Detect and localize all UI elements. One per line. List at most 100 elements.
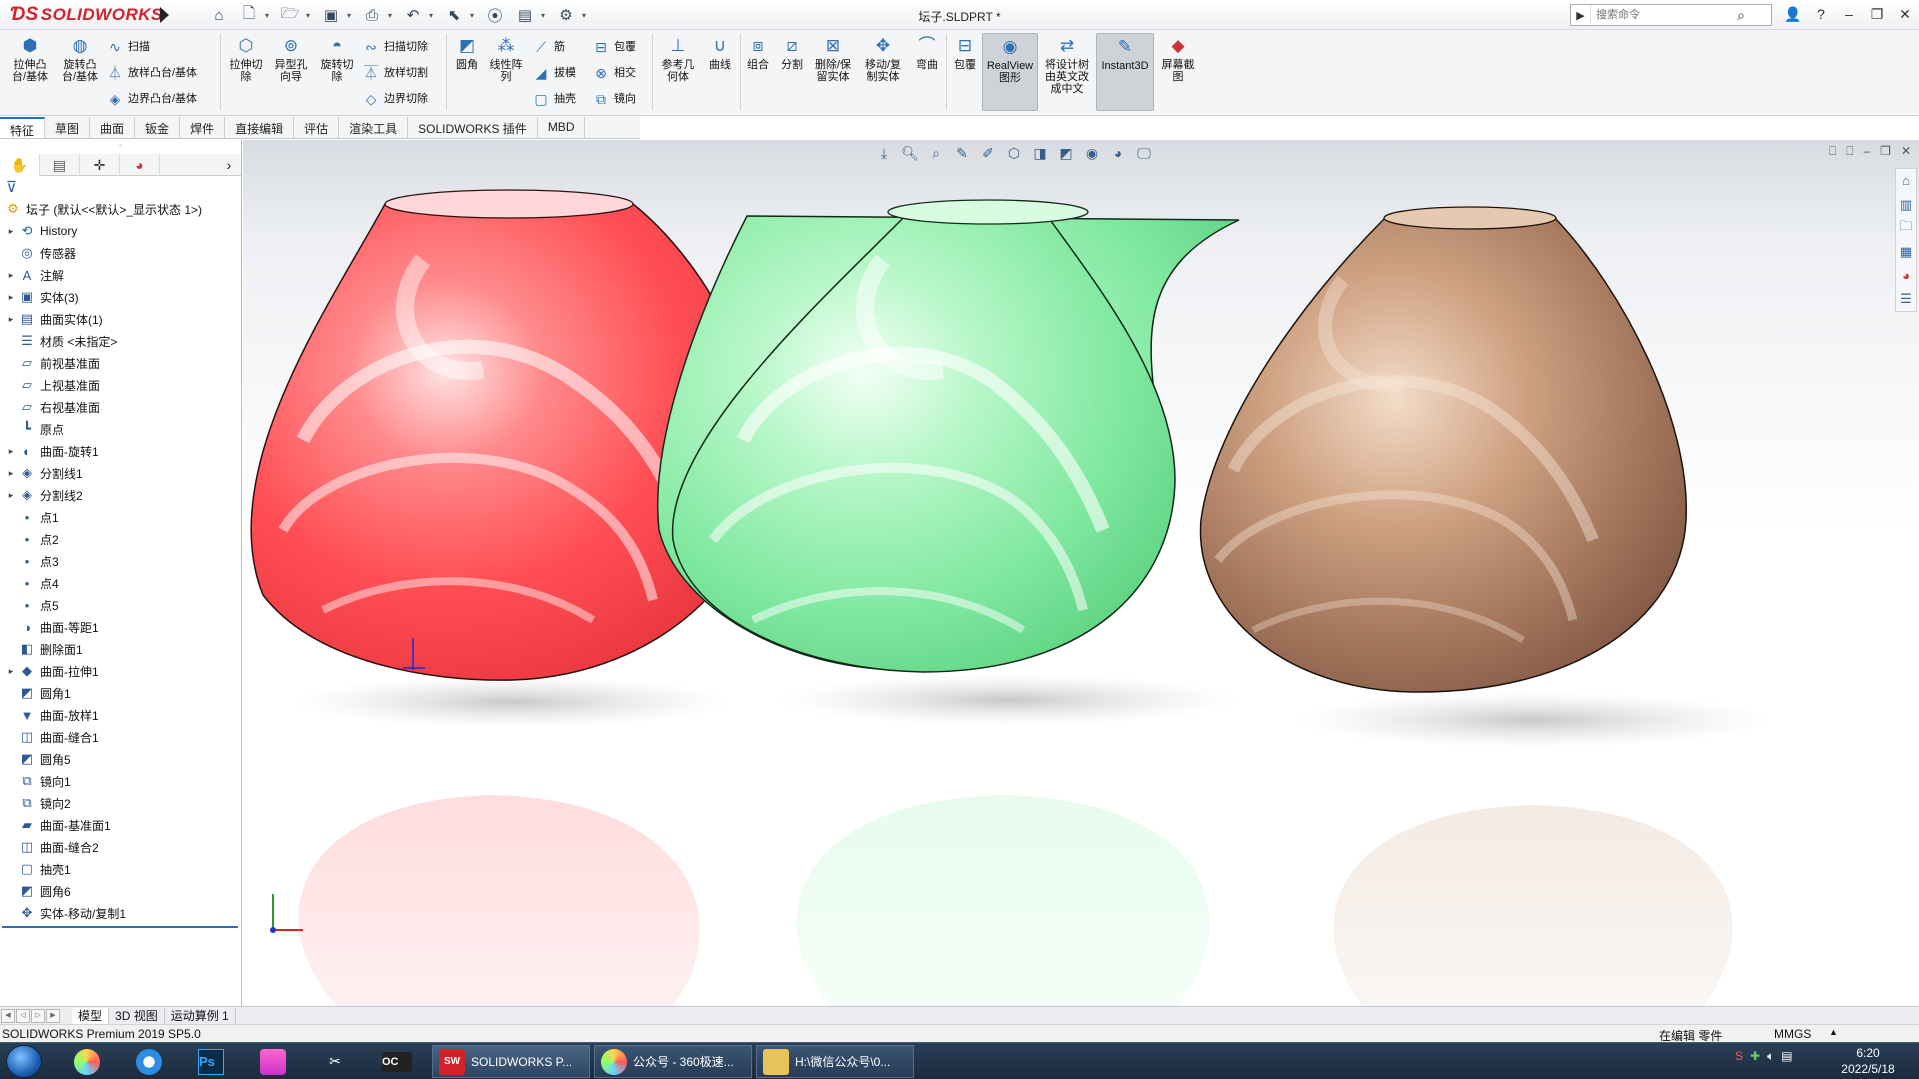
tree-item[interactable]: ▱ 前视基准面 <box>0 352 241 374</box>
swept-cut-button[interactable]: ∾ 扫描切除 <box>362 38 428 56</box>
capture-app-icon[interactable]: OC <box>378 1046 416 1077</box>
mirror-button[interactable]: ⧉ 镜向 <box>592 90 636 108</box>
tree-item[interactable]: ▼ 曲面-放样1 <box>0 704 241 726</box>
shell-button[interactable]: ▢ 抽壳 <box>532 90 576 108</box>
taskbar-app-browser[interactable]: 公众号 - 360极速... <box>594 1045 752 1078</box>
tree-item[interactable]: ● 点2 <box>0 528 241 550</box>
tree-item[interactable]: ▱ 上视基准面 <box>0 374 241 396</box>
tree-item[interactable]: ▸ ◈ 分割线2 <box>0 484 241 506</box>
tree-item[interactable]: ● 点5 <box>0 594 241 616</box>
curves-button[interactable]: ∪ 曲线 <box>702 33 738 71</box>
loft-boss-button[interactable]: ⏃ 放样凸台/基体 <box>106 64 197 82</box>
move-copy-body-button[interactable]: ✥ 移动/复 制实体 <box>860 33 906 83</box>
search-box[interactable]: ▶ ⌕ <box>1570 4 1772 26</box>
delete-keep-body-button[interactable]: ⊠ 删除/保 留实体 <box>810 33 856 83</box>
expand-arrow-icon[interactable]: ▸ <box>4 270 18 281</box>
tree-item[interactable]: ◫ 曲面-缝合2 <box>0 836 241 858</box>
solidworks-resources-icon[interactable]: ⌂ <box>1896 169 1916 193</box>
rollback-bar[interactable] <box>2 926 238 928</box>
tree-item[interactable]: ▱ 右视基准面 <box>0 396 241 418</box>
next-tab-arrow-icon[interactable]: ▷ <box>31 1008 45 1023</box>
boundary-cut-button[interactable]: ◇ 边界切除 <box>362 90 428 108</box>
revolve-cut-button[interactable]: ◓ 旋转切 除 <box>316 33 358 83</box>
tree-item[interactable]: ┗ 原点 <box>0 418 241 440</box>
tree-item[interactable]: ◧ 删除面1 <box>0 638 241 660</box>
screen-capture-button[interactable]: ◆ 屏幕截 图 <box>1156 33 1200 83</box>
wrap-button[interactable]: ⊟ 包覆 <box>592 38 636 56</box>
last-tab-arrow-icon[interactable]: ▶ <box>46 1008 60 1023</box>
restore-button[interactable]: ❐ <box>1863 2 1891 26</box>
intersect-button[interactable]: ⊗ 相交 <box>592 64 636 82</box>
graphics-area[interactable]: ⤓ 🔍︎ ⌕ ✎ ✐ ⬡ ◨ ◩ ◉ ◕ 🖵︎ ⎕ ⎕ – ❐ ✕ ⌂ ▥ 🗀 … <box>243 140 1919 1006</box>
translate-tree-button[interactable]: ⇄ 将设计树 由英文改 成中文 <box>1040 33 1094 95</box>
lofted-cut-button[interactable]: ⏄ 放样切割 <box>362 64 428 82</box>
realview-button[interactable]: ◉ RealView 图形 <box>982 33 1038 111</box>
expand-arrow-icon[interactable]: ▸ <box>4 226 18 237</box>
expand-arrow-icon[interactable]: ▸ <box>4 468 18 479</box>
configuration-manager-tab-icon[interactable]: ✛ <box>80 154 120 176</box>
tree-item[interactable]: ✥ 实体-移动/复制1 <box>0 902 241 924</box>
tab-sheet-metal[interactable]: 钣金 <box>135 117 181 138</box>
image-viewer-icon[interactable] <box>254 1046 292 1077</box>
tree-item[interactable]: ● 点4 <box>0 572 241 594</box>
tools-icon[interactable]: ✂ <box>316 1046 354 1077</box>
tree-item[interactable]: ◎ 传感器 <box>0 242 241 264</box>
user-icon[interactable]: 👤 <box>1779 2 1807 26</box>
property-manager-tab-icon[interactable]: ▤ <box>40 154 80 176</box>
browser-icon[interactable] <box>130 1046 168 1077</box>
extrude-boss-button[interactable]: ⬢ 拉伸凸 台/基体 <box>8 33 52 83</box>
reference-geometry-button[interactable]: ⊥ 参考几 何体 <box>656 33 700 83</box>
tree-item[interactable]: ▸ ▤ 曲面实体(1) <box>0 308 241 330</box>
prev-tab-arrow-icon[interactable]: ◁ <box>16 1008 30 1023</box>
hole-wizard-button[interactable]: ⊚ 异型孔 向导 <box>270 33 312 83</box>
command-search-icon[interactable]: ▶ <box>1571 5 1591 25</box>
revolve-boss-button[interactable]: ◍ 旋转凸 台/基体 <box>58 33 102 83</box>
expand-arrow-icon[interactable]: ▸ <box>4 292 18 303</box>
tree-item[interactable]: ● 点3 <box>0 550 241 572</box>
boundary-boss-button[interactable]: ◈ 边界凸台/基体 <box>106 90 197 108</box>
wrap2-button[interactable]: ⊟ 包覆 <box>948 33 982 71</box>
expand-arrow-icon[interactable]: ▸ <box>4 666 18 677</box>
tree-item[interactable]: ▸ ⟲ History <box>0 220 241 242</box>
tree-item[interactable]: ⧉ 镜向2 <box>0 792 241 814</box>
rib-button[interactable]: ⟋ 筋 <box>532 38 565 56</box>
linear-pattern-button[interactable]: ⁂ 线性阵 列 <box>486 33 526 83</box>
tree-item[interactable]: ◩ 圆角6 <box>0 880 241 902</box>
custom-properties-icon[interactable]: ☰ <box>1896 287 1916 311</box>
panel-grip[interactable]: ◦ <box>0 140 241 154</box>
draft-button[interactable]: ◢ 拔模 <box>532 64 576 82</box>
tab-motion-study[interactable]: 运动算例 1 <box>165 1007 236 1024</box>
security-icon[interactable]: ✚ <box>1750 1049 1760 1064</box>
filter-icon[interactable]: ⊽ <box>0 176 241 198</box>
network-icon[interactable]: ▤ <box>1781 1049 1792 1064</box>
tab-sketch[interactable]: 草图 <box>45 117 91 138</box>
tree-item[interactable]: ▰ 曲面-基准面1 <box>0 814 241 836</box>
extrude-cut-button[interactable]: ⬡ 拉伸切 除 <box>226 33 266 83</box>
tab-solidworks-addins[interactable]: SOLIDWORKS 插件 <box>408 117 538 138</box>
tab-model[interactable]: 模型 <box>72 1007 110 1024</box>
display-manager-tab-icon[interactable]: ◕ <box>120 154 160 176</box>
tree-item[interactable]: ▸ A 注解 <box>0 264 241 286</box>
tree-item[interactable]: ▸ ◐ 曲面-旋转1 <box>0 440 241 462</box>
tree-item[interactable]: ☰ 材质 <未指定> <box>0 330 241 352</box>
split-button[interactable]: ⧄ 分割 <box>776 33 808 71</box>
flex-button[interactable]: ⌒ 弯曲 <box>910 33 944 71</box>
design-library-icon[interactable]: ▥ <box>1896 193 1916 217</box>
pinned-app-icon[interactable] <box>68 1046 106 1077</box>
fillet-button[interactable]: ◩ 圆角 <box>450 33 484 71</box>
volume-icon[interactable]: 🔈︎ <box>1767 1049 1774 1064</box>
system-clock[interactable]: 6:20 2022/5/18 <box>1832 1045 1904 1077</box>
expand-arrow-icon[interactable]: ▸ <box>4 446 18 457</box>
combine-button[interactable]: ⧈ 组合 <box>742 33 774 71</box>
expand-arrow-icon[interactable]: ▸ <box>4 490 18 501</box>
tree-item[interactable]: ◫ 曲面-缝合1 <box>0 726 241 748</box>
tree-root-part[interactable]: ⚙ 坛子 (默认<<默认>_显示状态 1>) <box>0 198 241 220</box>
instant3d-button[interactable]: ✎ Instant3D <box>1096 33 1154 111</box>
tree-item[interactable]: ▸ ◈ 分割线1 <box>0 462 241 484</box>
bronze-vase[interactable] <box>1199 206 1687 693</box>
expand-arrow-icon[interactable]: ▸ <box>4 314 18 325</box>
tab-weldments[interactable]: 焊件 <box>180 117 226 138</box>
tree-item[interactable]: ▸ ◆ 曲面-拉伸1 <box>0 660 241 682</box>
tab-evaluate[interactable]: 评估 <box>294 117 340 138</box>
ime-icon[interactable]: S <box>1735 1049 1743 1064</box>
